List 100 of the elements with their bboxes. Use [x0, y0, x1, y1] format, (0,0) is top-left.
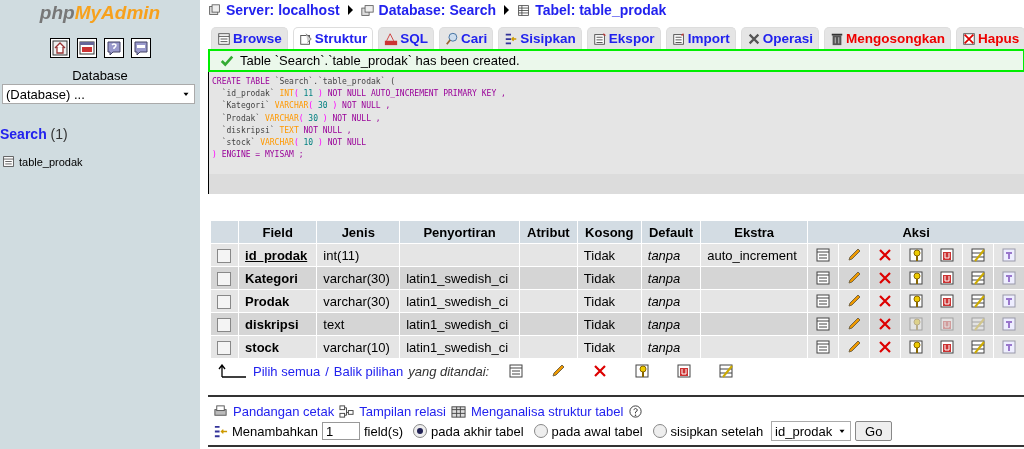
home-button[interactable]	[49, 38, 70, 58]
row-checkbox[interactable]	[217, 271, 231, 286]
browse-icon[interactable]	[508, 363, 525, 379]
pencil-icon[interactable]	[846, 316, 863, 333]
breadcrumb-link[interactable]: Tabel: table_prodak	[535, 2, 667, 18]
pencil-icon[interactable]	[846, 270, 863, 287]
unique-icon[interactable]	[939, 270, 956, 287]
field-name: Kategori	[245, 270, 298, 286]
radio-button[interactable]	[652, 424, 667, 438]
row-checkbox[interactable]	[217, 340, 231, 355]
tab[interactable]: Operasi	[740, 27, 819, 49]
index-icon[interactable]	[970, 270, 987, 287]
tab[interactable]: Browse	[211, 27, 288, 49]
column-header: Atribut	[519, 221, 577, 243]
export-icon	[592, 31, 607, 46]
breadcrumb-link[interactable]: Database: Search	[378, 2, 497, 18]
select-all-link[interactable]: Pilih semua	[253, 363, 321, 379]
index-icon[interactable]	[970, 247, 987, 264]
table-cell: varchar(30)	[317, 267, 400, 289]
table-icon	[517, 3, 531, 17]
sql-line: `Kategori` VARCHAR( 30 ) NOT NULL ,	[220, 100, 392, 113]
database-link[interactable]: Search	[0, 126, 47, 142]
unique-icon[interactable]	[676, 363, 693, 379]
column-header: Penyortiran	[400, 221, 519, 243]
browse-icon[interactable]	[815, 270, 832, 287]
bulk-label: yang ditandai:	[408, 363, 490, 379]
unique-icon[interactable]	[939, 339, 956, 356]
invert-selection-link[interactable]: Balik pilihan	[333, 363, 404, 379]
tab[interactable]: Sisipkan	[498, 27, 582, 49]
table-cell: int(11)	[317, 244, 400, 266]
pencil-icon[interactable]	[846, 293, 863, 310]
delete-icon[interactable]	[592, 363, 609, 379]
radio-label: sisipkan setelah	[670, 423, 764, 439]
key-icon[interactable]	[908, 270, 925, 287]
pencil-icon[interactable]	[846, 339, 863, 356]
search-icon	[445, 31, 460, 46]
key-icon[interactable]	[634, 363, 651, 379]
row-checkbox[interactable]	[217, 317, 231, 332]
table-cell: latin1_swedish_ci	[400, 336, 519, 358]
table-cell: tanpa	[641, 313, 701, 335]
fulltext-icon[interactable]	[1001, 293, 1018, 310]
column-header: Jenis	[317, 221, 400, 243]
fulltext-icon[interactable]	[1001, 316, 1018, 333]
index-icon[interactable]	[718, 363, 735, 379]
help-icon[interactable]	[628, 404, 644, 419]
action-link[interactable]: Tampilan relasi	[359, 404, 446, 419]
table-cell: Tidak	[577, 244, 641, 266]
tab[interactable]: Mengosongkan	[823, 27, 951, 49]
tab[interactable]: Ekspor	[586, 27, 661, 49]
separator: /	[325, 363, 329, 379]
fulltext-icon[interactable]	[1001, 247, 1018, 264]
row-checkbox[interactable]	[217, 248, 231, 263]
sql-docs-button[interactable]	[130, 38, 151, 58]
breadcrumb-link[interactable]: Server: localhost	[226, 2, 340, 18]
pencil-icon[interactable]	[550, 363, 567, 379]
radio-label: pada awal tabel	[551, 423, 643, 439]
radio-button[interactable]	[533, 424, 548, 438]
add-label: Menambahkan	[232, 423, 318, 439]
browse-icon[interactable]	[815, 339, 832, 356]
tab[interactable]: Hapus	[955, 27, 1024, 49]
action-link[interactable]: Pandangan cetak	[233, 404, 335, 419]
database-select[interactable]: (Database) ...	[2, 84, 195, 104]
table-cell: tanpa	[641, 244, 701, 266]
server-icon	[208, 3, 221, 17]
radio-button[interactable]	[413, 424, 427, 438]
check-icon	[220, 53, 234, 68]
index-icon[interactable]	[970, 339, 987, 356]
key-icon[interactable]	[908, 293, 925, 310]
sql-icon	[384, 31, 399, 46]
browse-icon[interactable]	[815, 316, 832, 333]
browse-icon	[2, 155, 15, 168]
table-cell: tanpa	[641, 290, 701, 312]
table-link[interactable]: table_prodak	[19, 155, 83, 168]
action-link[interactable]: Menganalisa struktur tabel	[470, 404, 624, 419]
unique-icon[interactable]	[939, 247, 956, 264]
row-checkbox[interactable]	[217, 294, 231, 309]
tools-icon	[746, 31, 761, 46]
go-button[interactable]: Go	[855, 421, 893, 441]
field-select[interactable]: id_prodak	[771, 421, 852, 441]
tab[interactable]: Import	[665, 27, 736, 49]
unique-icon[interactable]	[939, 293, 956, 310]
help-button[interactable]	[103, 38, 124, 58]
tab[interactable]: Cari	[439, 27, 494, 49]
index-icon[interactable]	[970, 293, 987, 310]
key-icon[interactable]	[908, 339, 925, 356]
sql-window-button[interactable]	[76, 38, 97, 58]
tab[interactable]: SQL	[378, 27, 435, 49]
pencil-icon[interactable]	[846, 247, 863, 264]
table-cell: latin1_swedish_ci	[400, 267, 519, 289]
browse-icon	[217, 31, 231, 46]
field-count-input[interactable]: 1	[322, 422, 360, 440]
sql-line: ) ENGINE = MYISAM ;	[212, 149, 305, 162]
fulltext-icon[interactable]	[1001, 339, 1018, 356]
browse-icon[interactable]	[815, 247, 832, 264]
tab[interactable]: Struktur	[292, 27, 374, 49]
analyze-icon	[450, 404, 466, 419]
arrow-icon	[218, 364, 248, 378]
fulltext-icon[interactable]	[1001, 270, 1018, 287]
key-icon[interactable]	[908, 247, 925, 264]
browse-icon[interactable]	[815, 293, 832, 310]
